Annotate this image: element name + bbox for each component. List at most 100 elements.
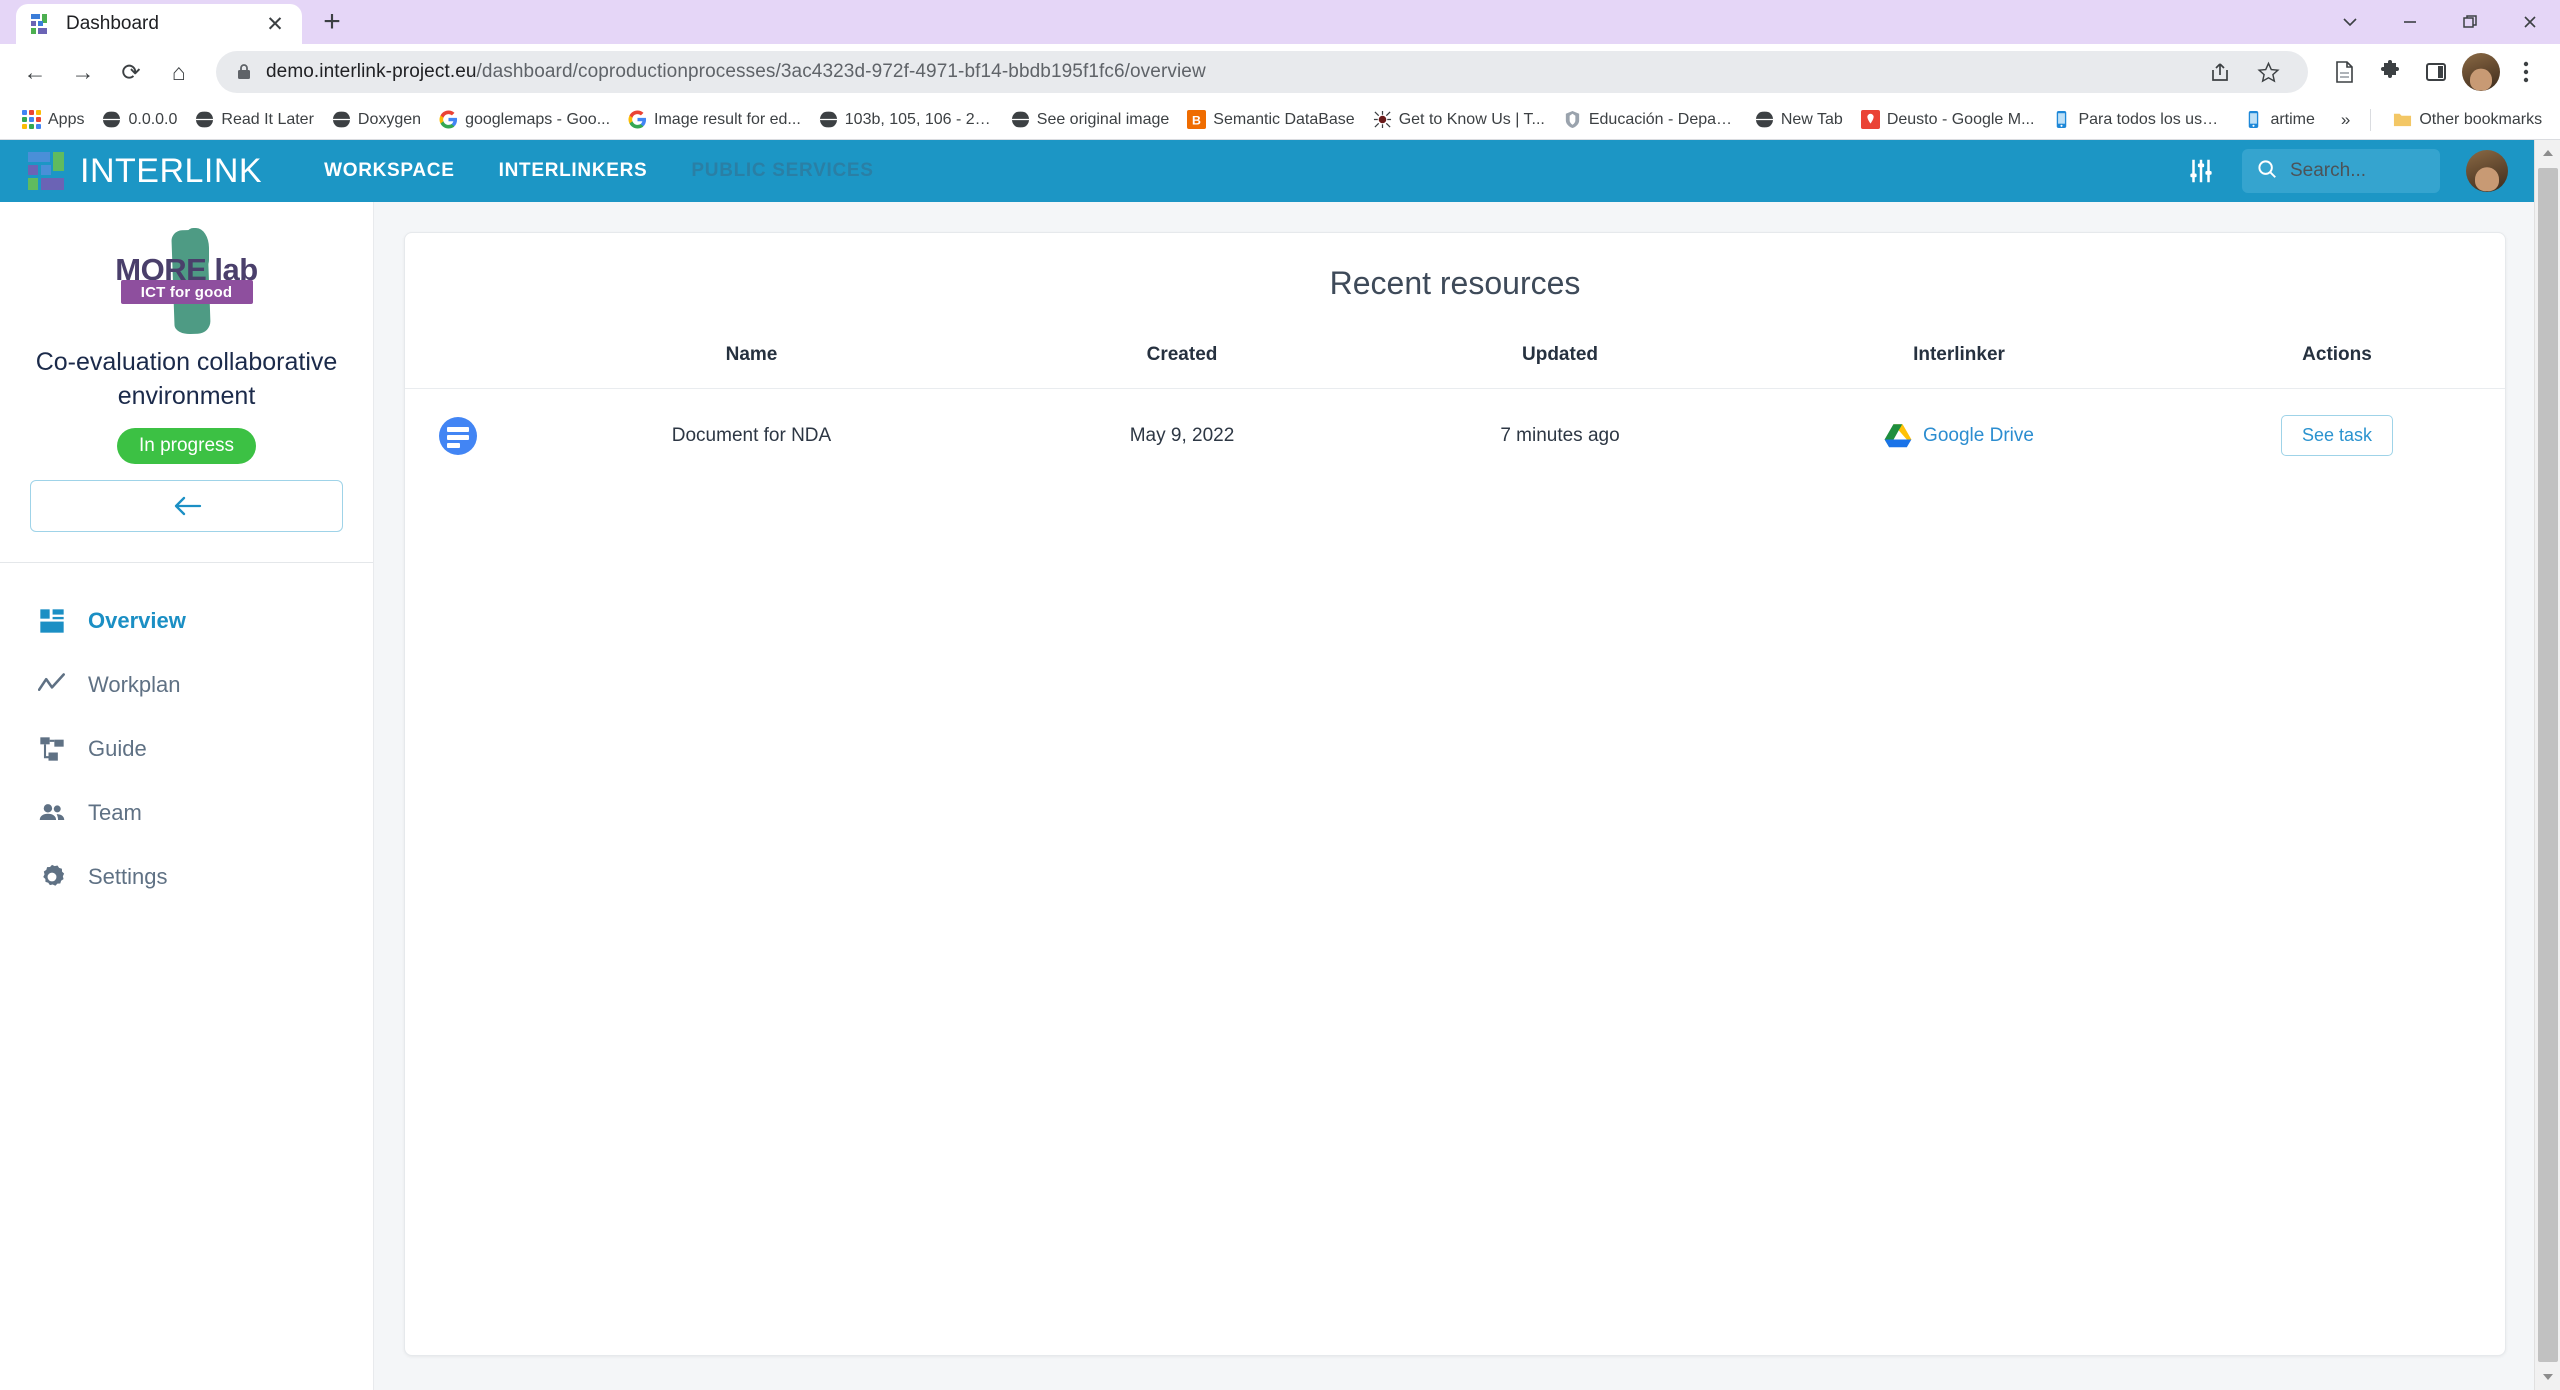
bookmark-get-to-know-us[interactable]: Get to Know Us | T...	[1365, 106, 1553, 133]
bookmark-read-it-later[interactable]: Read It Later	[187, 106, 322, 133]
bookmark-0-0-0-0[interactable]: 0.0.0.0	[94, 106, 185, 133]
nav-interlinkers[interactable]: INTERLINKERS	[477, 160, 670, 182]
scroll-down-arrow[interactable]	[2535, 1364, 2560, 1390]
user-avatar[interactable]	[2466, 150, 2508, 192]
globe-icon	[102, 110, 122, 129]
table-header-row: Name Created Updated Interlinker Actions	[405, 332, 2505, 389]
morelab-tagline: ICT for good	[140, 283, 233, 301]
phone-icon	[2249, 110, 2259, 129]
sidebar-item-team[interactable]: Team	[0, 781, 373, 845]
bookmark-label: 103b, 105, 106 - 22...	[844, 110, 993, 128]
folder-icon	[2394, 113, 2412, 127]
sidebar-menu: Overview Workplan Guide Team Settings	[0, 563, 373, 909]
chrome-menu-icon[interactable]	[2506, 52, 2546, 92]
other-bookmarks-button[interactable]: Other bookmarks	[2385, 106, 2550, 133]
bookmark-label: googlemaps - Goo...	[465, 110, 611, 128]
process-title: Co-evaluation collaborative environment	[35, 348, 338, 410]
document-circle-icon	[438, 416, 477, 455]
share-icon[interactable]	[2200, 52, 2240, 92]
back-button[interactable]: ←	[14, 51, 56, 93]
interlink-brand-text: INTERLINK	[80, 152, 263, 190]
phone-icon	[2057, 110, 2067, 129]
sidebar-item-guide[interactable]: Guide	[0, 717, 373, 781]
bookmark-para-todos[interactable]: Para todos los usua...	[2044, 106, 2234, 133]
bookmark-label: Educación - Depart...	[1588, 110, 1737, 128]
bookmark-artime[interactable]: artime	[2236, 106, 2322, 133]
globe-icon	[195, 110, 215, 129]
bookmark-see-original-image[interactable]: See original image	[1003, 106, 1178, 133]
sidebar-item-workplan[interactable]: Workplan	[0, 653, 373, 717]
bookmark-103b[interactable]: 103b, 105, 106 - 22...	[811, 106, 1001, 133]
bookmark-label: Para todos los usua...	[2078, 110, 2227, 128]
table-row[interactable]: Document for NDA May 9, 2022 7 minutes a…	[405, 389, 2505, 483]
bookmark-label: See original image	[1036, 110, 1170, 128]
scroll-up-arrow[interactable]	[2535, 140, 2560, 166]
search-input[interactable]: Search...	[2242, 149, 2440, 193]
globe-icon	[1010, 110, 1030, 129]
browser-titlebar: Dashboard ✕ +	[0, 0, 2560, 44]
tab-search-button[interactable]	[2320, 0, 2380, 44]
bookmark-label: Semantic DataBase	[1213, 110, 1355, 128]
bookmark-googlemaps[interactable]: googlemaps - Goo...	[431, 106, 618, 133]
scrollbar-thumb[interactable]	[2537, 168, 2558, 1362]
bookmark-star-icon[interactable]	[2248, 52, 2288, 92]
column-header-icon	[405, 332, 510, 389]
interlinker-link[interactable]: Google Drive	[1923, 425, 2034, 447]
minimize-button[interactable]	[2380, 0, 2440, 44]
morelab-tagline-band: ICT for good	[120, 280, 253, 304]
globe-icon	[818, 110, 838, 129]
bookmark-label: Image result for ed...	[654, 110, 801, 128]
nav-workspace[interactable]: WORKSPACE	[302, 160, 477, 182]
sidebar-item-overview[interactable]: Overview	[0, 589, 373, 653]
address-bar[interactable]: demo.interlink-project.eu/dashboard/copr…	[216, 51, 2308, 93]
people-icon	[39, 803, 65, 820]
sidebar-back-button[interactable]	[30, 479, 343, 532]
row-updated: 7 minutes ago	[1500, 424, 1620, 446]
row-created: May 9, 2022	[1129, 424, 1235, 446]
sliders-icon[interactable]	[2186, 156, 2216, 186]
interlink-logo-icon	[26, 149, 76, 193]
side-panel-icon[interactable]	[2416, 52, 2456, 92]
reload-button[interactable]: ⟳	[110, 51, 152, 93]
bookmark-educacion[interactable]: Educación - Depart...	[1555, 106, 1745, 133]
sidebar-item-label: Workplan	[88, 671, 181, 697]
interlink-brand[interactable]: INTERLINK	[26, 149, 262, 193]
sidebar-item-settings[interactable]: Settings	[0, 845, 373, 909]
extensions-puzzle-icon[interactable]	[2370, 52, 2410, 92]
bookmark-doxygen[interactable]: Doxygen	[324, 106, 429, 133]
apps-grid-icon	[22, 110, 41, 129]
tab-title: Dashboard	[66, 13, 159, 34]
browser-toolbar: ← → ⟳ ⌂ demo.interlink-project.eu/dashbo…	[0, 44, 2560, 100]
bookmark-label: Read It Later	[221, 110, 314, 128]
close-button[interactable]	[2500, 0, 2560, 44]
nav-public-services[interactable]: PUBLIC SERVICES	[669, 160, 895, 182]
interlink-app-header: INTERLINK WORKSPACE INTERLINKERS PUBLIC …	[0, 140, 2534, 202]
browser-profile-avatar[interactable]	[2462, 53, 2500, 91]
browser-tab-dashboard[interactable]: Dashboard ✕	[16, 4, 302, 44]
see-task-button[interactable]: See task	[2280, 415, 2394, 456]
sidebar-item-label: Overview	[88, 607, 186, 633]
svg-text:B: B	[1192, 113, 1201, 127]
page-title: Recent resources	[1329, 265, 1581, 301]
new-tab-button[interactable]: +	[312, 2, 352, 42]
sidebar-item-label: Settings	[88, 863, 168, 889]
page-scrollbar[interactable]	[2534, 140, 2560, 1390]
orange-b-icon: B	[1187, 110, 1207, 129]
bookmark-deusto-google-maps[interactable]: Deusto - Google M...	[1853, 106, 2043, 133]
bookmark-apps[interactable]: Apps	[14, 106, 92, 133]
bookmark-new-tab[interactable]: New Tab	[1747, 106, 1851, 133]
recent-resources-card: Recent resources Name Created Updated In…	[404, 232, 2506, 1356]
forward-button[interactable]: →	[62, 51, 104, 93]
omnibox-actions	[2200, 52, 2288, 92]
bookmark-image-result[interactable]: Image result for ed...	[620, 106, 809, 133]
bookmark-semantic-database[interactable]: B Semantic DataBase	[1179, 106, 1362, 133]
bookmarks-overflow-button[interactable]: »	[2335, 110, 2356, 130]
tab-close-icon[interactable]: ✕	[262, 11, 288, 37]
header-right-actions: Search...	[2186, 149, 2508, 193]
bookmark-label: New Tab	[1780, 110, 1843, 128]
reading-list-icon[interactable]	[2324, 52, 2364, 92]
process-sidebar: MORE lab ICT for good Co-evaluation coll…	[0, 202, 374, 1390]
maximize-button[interactable]	[2440, 0, 2500, 44]
home-button[interactable]: ⌂	[158, 51, 200, 93]
bookmarks-bar: Apps 0.0.0.0 Read It Later Doxygen googl…	[0, 100, 2560, 140]
